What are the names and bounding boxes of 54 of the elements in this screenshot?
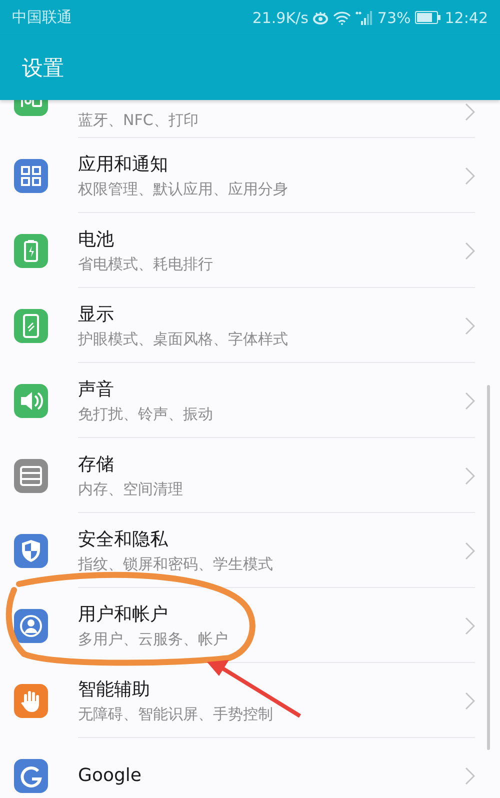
shield-icon <box>14 534 48 568</box>
hand-icon <box>14 684 48 718</box>
battery-icon <box>414 11 441 24</box>
battery-icon <box>14 234 48 268</box>
chevron-right-icon <box>465 766 475 784</box>
item-subtitle: 无障碍、智能识屏、手势控制 <box>78 705 274 724</box>
page-title: 设置 <box>22 54 64 82</box>
item-title: 声音 <box>78 378 115 401</box>
item-subtitle: 内存、空间清理 <box>78 480 184 499</box>
item-subtitle: 指纹、锁屏和密码、学生模式 <box>78 555 274 574</box>
item-title: 智能辅助 <box>78 678 151 701</box>
item-title: 存储 <box>78 453 115 476</box>
chevron-right-icon <box>465 166 475 184</box>
settings-item[interactable]: 电池 省电模式、耗电排行 <box>0 213 500 288</box>
grid-icon <box>14 158 48 192</box>
google-icon <box>14 758 48 792</box>
battery-percent: 73% <box>377 8 411 26</box>
phone-icon <box>14 308 48 342</box>
item-title: 显示 <box>78 303 115 326</box>
item-title: 用户和帐户 <box>78 603 169 626</box>
wifi-icon <box>333 10 352 24</box>
chevron-right-icon <box>465 542 475 560</box>
settings-item[interactable]: 智能辅助 无障碍、智能识屏、手势控制 <box>0 663 500 738</box>
item-title: 应用和通知 <box>78 153 169 176</box>
settings-item[interactable]: 安全和隐私 指纹、锁屏和密码、学生模式 <box>0 513 500 588</box>
chevron-right-icon <box>465 692 475 710</box>
chevron-right-icon <box>465 466 475 484</box>
item-subtitle: 多用户、云服务、帐户 <box>78 630 229 649</box>
item-subtitle: 蓝牙、NFC、打印 <box>78 111 200 130</box>
settings-item[interactable]: 应用和通知 权限管理、默认应用、应用分身 <box>0 138 500 213</box>
item-subtitle: 权限管理、默认应用、应用分身 <box>78 180 289 199</box>
chevron-right-icon <box>465 103 475 121</box>
item-subtitle: 省电模式、耗电排行 <box>78 255 214 274</box>
item-subtitle: 免打扰、铃声、振动 <box>78 405 214 424</box>
settings-item[interactable]: 声音 免打扰、铃声、振动 <box>0 363 500 438</box>
settings-item[interactable]: 用户和帐户 多用户、云服务、帐户 <box>0 588 500 663</box>
eye-icon <box>312 10 330 24</box>
clock-time: 12:42 <box>444 8 488 26</box>
speaker-icon <box>14 384 48 418</box>
chevron-right-icon <box>465 242 475 260</box>
settings-item[interactable]: 显示 护眼模式、桌面风格、字体样式 <box>0 288 500 363</box>
settings-item[interactable]: 存储 内存、空间清理 <box>0 438 500 513</box>
chevron-right-icon <box>465 316 475 334</box>
item-title: 安全和隐私 <box>78 528 169 551</box>
signal-icon <box>355 10 374 26</box>
carrier-name: 中国联通 <box>12 8 72 27</box>
chevron-right-icon <box>465 392 475 410</box>
item-title: Google <box>78 765 142 786</box>
network-speed: 21.9K/s <box>252 8 308 26</box>
chevron-right-icon <box>465 616 475 634</box>
item-subtitle: 护眼模式、桌面风格、字体样式 <box>78 330 289 349</box>
item-title: 电池 <box>78 228 115 251</box>
user-icon <box>14 608 48 642</box>
storage-icon <box>14 458 48 492</box>
